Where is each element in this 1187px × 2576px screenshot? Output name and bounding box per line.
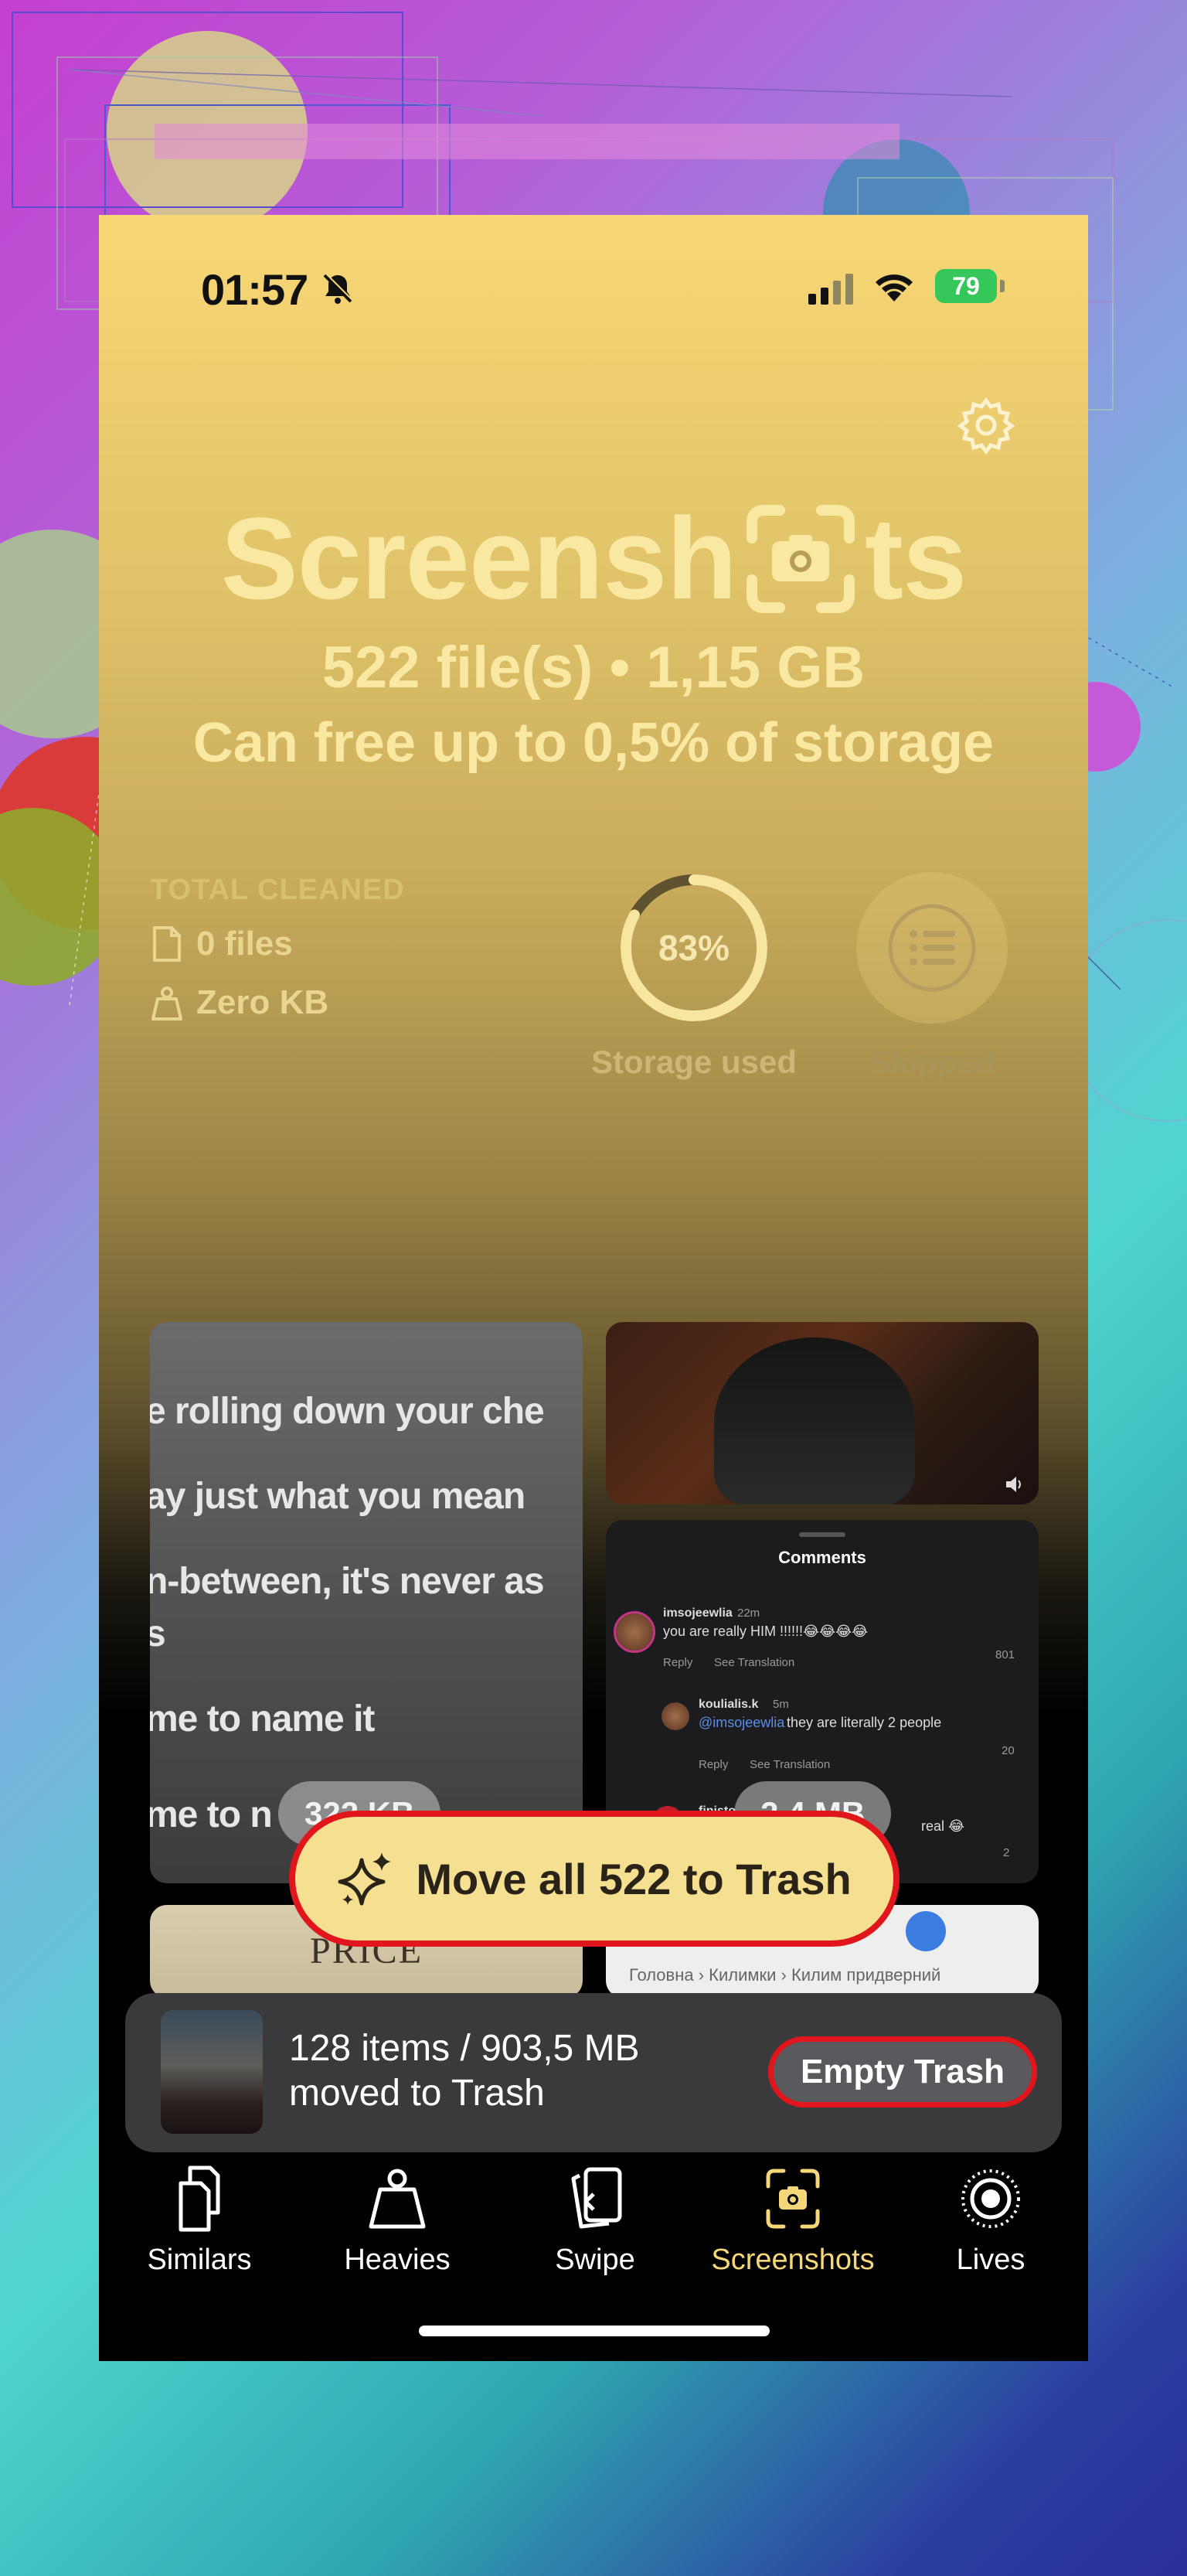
size-cleaned: Zero KB [196,983,329,1021]
files-cleaned-row: 0 files [150,925,293,963]
like-count: 20 [1002,1744,1015,1757]
tab-label: Screenshots [711,2244,875,2276]
screenshot-thumbnail-lyrics[interactable]: e rolling down your che ay just what you… [150,1322,583,1883]
storage-used-percent: 83% [658,928,730,968]
page-title: Screensh ts [99,492,1088,625]
comment-time: 22m [737,1607,760,1620]
trash-summary-bar: 128 items / 903,5 MB moved to Trash Empt… [125,1993,1062,2152]
gear-icon[interactable] [955,394,1017,456]
reply-link: Reply [699,1758,729,1771]
trash-items-count: 128 items / 903,5 MB [289,2028,640,2069]
lyric-line: e rolling down your che [150,1391,545,1432]
avatar [614,1611,655,1653]
comment-mention: @imsojeewlia [699,1715,785,1730]
screenshot-icon [766,2169,820,2229]
cellular-signal-icon [808,274,853,305]
wifi-icon [876,274,913,302]
battery-level: 79 [935,269,997,303]
comment-text: real 😂 [921,1818,965,1834]
comment-text: they are literally 2 people [787,1715,942,1730]
comment-time: 5m [773,1698,789,1711]
weight-icon [369,2169,426,2229]
storage-used-label: Storage used [590,1044,798,1080]
tab-label: Lives [956,2244,1025,2276]
weight-icon [151,986,182,1021]
see-translation-link: See Translation [750,1758,831,1771]
like-count: 801 [995,1648,1015,1661]
home-indicator [419,2326,770,2336]
like-count: 2 [1003,1846,1010,1859]
total-cleaned-label: TOTAL CLEANED [150,874,405,906]
comments-title: Comments [778,1548,866,1567]
tab-heavies[interactable]: Heavies [298,2163,496,2302]
files-cleaned: 0 files [196,925,293,963]
title-suffix: ts [865,493,967,623]
lyric-line: s [150,1613,166,1654]
live-photo-icon [961,2169,1020,2228]
comment-user: koulialis.k [699,1698,759,1711]
search-icon [906,1911,946,1951]
status-time: 01:57 [201,265,308,314]
swipe-icon [571,2167,622,2229]
reply-link: Reply [663,1656,693,1669]
document-icon [153,926,181,962]
tab-label: Swipe [555,2244,635,2276]
video-figure [714,1337,915,1504]
sparkle-icon [338,1852,392,1906]
speaker-icon [1006,1477,1021,1492]
tab-similars[interactable]: Similars [100,2163,298,2302]
title-prefix: Screensh [220,493,737,623]
battery-cap [1000,280,1005,292]
tab-swipe[interactable]: Swipe [496,2163,694,2302]
lyric-line: me to n [150,1794,273,1835]
bell-slash-icon [323,273,353,304]
similars-icon [179,2165,220,2232]
screenshot-camera-icon [747,504,855,613]
tab-lives[interactable]: Lives [892,2163,1088,2302]
avatar [662,1702,689,1730]
tab-label: Similars [147,2244,252,2276]
move-all-label: Move all 522 to Trash [416,1854,852,1903]
trash-preview-thumbnail [161,2010,263,2134]
comment-user: imsojeewlia [663,1607,733,1620]
trash-moved-text: moved to Trash [289,2073,545,2114]
screenshot-thumbnail-video[interactable] [606,1322,1039,1504]
tab-screenshots[interactable]: Screenshots [694,2163,892,2302]
empty-trash-button[interactable]: Empty Trash [768,2036,1037,2107]
list-icon [888,904,976,992]
skipped-label: Skipped [869,1044,995,1080]
lyric-line: me to name it [150,1699,375,1739]
phone-screen: 01:57 79 Screensh ts 522 file(s) • 1,15 … [99,215,1088,2361]
move-all-to-trash-button[interactable]: Move all 522 to Trash [289,1811,900,1947]
lyric-line: n-between, it's never as [150,1561,545,1602]
battery-indicator: 79 [935,269,1006,303]
free-up-text: Can free up to 0,5% of storage [192,712,995,774]
files-summary: 522 file(s) • 1,15 GB [321,635,866,700]
comment-text: you are really HIM !!!!!!😂😂😂😂 [663,1624,869,1639]
lyric-line: ay just what you mean [150,1476,525,1517]
tab-label: Heavies [344,2244,451,2276]
sheet-handle [799,1532,845,1537]
shop-breadcrumb: Головна › Килимки › Килим придверний [629,1965,941,1985]
see-translation-link: See Translation [714,1656,795,1669]
size-cleaned-row: Zero KB [150,983,328,1022]
